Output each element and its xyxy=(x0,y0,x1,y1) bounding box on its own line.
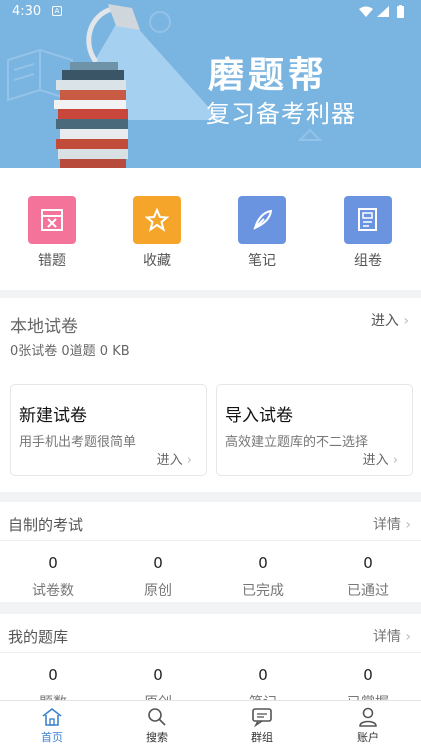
wifi-icon xyxy=(359,6,373,17)
import-paper-enter[interactable]: 进入 › xyxy=(363,449,398,468)
stat-value: 0 xyxy=(153,666,163,684)
divider xyxy=(0,652,421,653)
signal-icon xyxy=(377,6,389,17)
quick-action-label: 组卷 xyxy=(354,253,382,269)
import-paper-desc: 高效建立题库的不二选择 xyxy=(225,435,369,450)
stat-label: 已通过 xyxy=(347,583,389,599)
nav-label: 首页 xyxy=(41,731,63,744)
nav-search[interactable]: 搜索 xyxy=(127,707,187,745)
battery-icon xyxy=(397,6,404,18)
details-label: 详情 xyxy=(372,517,401,533)
stat-cell: 0 试卷数 xyxy=(8,554,98,600)
divider xyxy=(0,540,421,541)
stat-label: 试卷数 xyxy=(32,583,74,599)
enter-label: 进入 xyxy=(362,453,389,468)
stat-cell: 0 原创 xyxy=(113,554,203,600)
chat-icon xyxy=(252,708,272,727)
new-paper-title: 新建试卷 xyxy=(19,406,87,426)
paper-icon xyxy=(344,196,392,244)
home-icon xyxy=(42,707,62,726)
chevron-right-icon: › xyxy=(392,453,398,468)
status-bar: 4:30 A xyxy=(0,0,421,24)
quick-action-notes[interactable]: 笔记 xyxy=(232,196,292,270)
stat-cell: 0 已完成 xyxy=(218,554,308,600)
stat-value: 0 xyxy=(48,554,58,572)
stat-value: 0 xyxy=(48,666,58,684)
stat-value: 0 xyxy=(363,554,373,572)
local-papers-stats: 0张试卷 0道题 0 KB xyxy=(10,344,130,359)
nav-account[interactable]: 账户 xyxy=(338,707,398,745)
quick-action-favorite[interactable]: 收藏 xyxy=(127,196,187,270)
search-icon xyxy=(148,708,166,726)
quick-action-label: 收藏 xyxy=(143,253,171,269)
my-bank-card: 我的题库 详情 › 0题数 0原创 0笔记 0已掌握 xyxy=(0,614,421,711)
system-status-icons xyxy=(357,5,409,23)
my-exams-details-link[interactable]: 详情 › xyxy=(373,514,411,534)
quick-action-compose[interactable]: 组卷 xyxy=(338,196,398,270)
nav-groups[interactable]: 群组 xyxy=(232,707,292,745)
chevron-right-icon: › xyxy=(405,629,411,645)
stat-label: 原创 xyxy=(144,583,172,599)
details-label: 详情 xyxy=(372,629,401,645)
wrong-question-icon xyxy=(28,196,76,244)
user-icon xyxy=(359,707,377,727)
quick-actions: 错题 收藏 笔记 组卷 xyxy=(0,168,421,290)
star-icon xyxy=(133,196,181,244)
local-papers-title: 本地试卷 xyxy=(10,317,78,337)
stat-cell: 0 已通过 xyxy=(323,554,413,600)
bottom-nav: 首页 搜索 群组 账户 xyxy=(0,700,421,748)
my-bank-title: 我的题库 xyxy=(8,628,69,646)
stat-value: 0 xyxy=(258,554,268,572)
new-paper-enter[interactable]: 进入 › xyxy=(157,449,192,468)
my-exams-title: 自制的考试 xyxy=(8,516,84,534)
status-time: 4:30 xyxy=(12,4,42,19)
my-bank-details-link[interactable]: 详情 › xyxy=(373,626,411,646)
chevron-right-icon: › xyxy=(186,453,192,468)
feather-icon xyxy=(238,196,286,244)
app-subtitle: 复习备考利器 xyxy=(206,100,356,128)
import-paper-card[interactable]: 导入试卷 高效建立题库的不二选择 进入 › xyxy=(216,384,413,476)
nav-label: 搜索 xyxy=(146,731,168,744)
quick-action-label: 笔记 xyxy=(248,253,276,269)
nav-label: 群组 xyxy=(251,731,273,744)
enter-label: 进入 xyxy=(370,313,399,329)
new-paper-card[interactable]: 新建试卷 用手机出考题很简单 进入 › xyxy=(10,384,207,476)
nav-label: 账户 xyxy=(357,731,379,744)
quick-action-wrong[interactable]: 错题 xyxy=(22,196,82,270)
stat-value: 0 xyxy=(258,666,268,684)
chevron-right-icon: › xyxy=(403,313,409,329)
stat-label: 已完成 xyxy=(242,583,284,599)
stat-value: 0 xyxy=(153,554,163,572)
new-paper-desc: 用手机出考题很简单 xyxy=(19,435,137,450)
import-paper-title: 导入试卷 xyxy=(225,406,293,426)
app-title: 磨题帮 xyxy=(208,54,329,96)
a-notification-icon: A xyxy=(52,6,62,16)
chevron-right-icon: › xyxy=(405,517,411,533)
local-papers-card: 本地试卷 进入 › 0张试卷 0道题 0 KB 新建试卷 用手机出考题很简单 进… xyxy=(0,298,421,492)
stat-value: 0 xyxy=(363,666,373,684)
quick-action-label: 错题 xyxy=(38,253,66,269)
header-banner: 4:30 A 磨题帮 复习备考利器 xyxy=(0,0,421,168)
local-papers-enter-link[interactable]: 进入 › xyxy=(371,310,409,330)
my-exams-card: 自制的考试 详情 › 0 试卷数 0 原创 0 已完成 0 已通过 xyxy=(0,502,421,602)
nav-home[interactable]: 首页 xyxy=(22,707,82,745)
enter-label: 进入 xyxy=(156,453,183,468)
